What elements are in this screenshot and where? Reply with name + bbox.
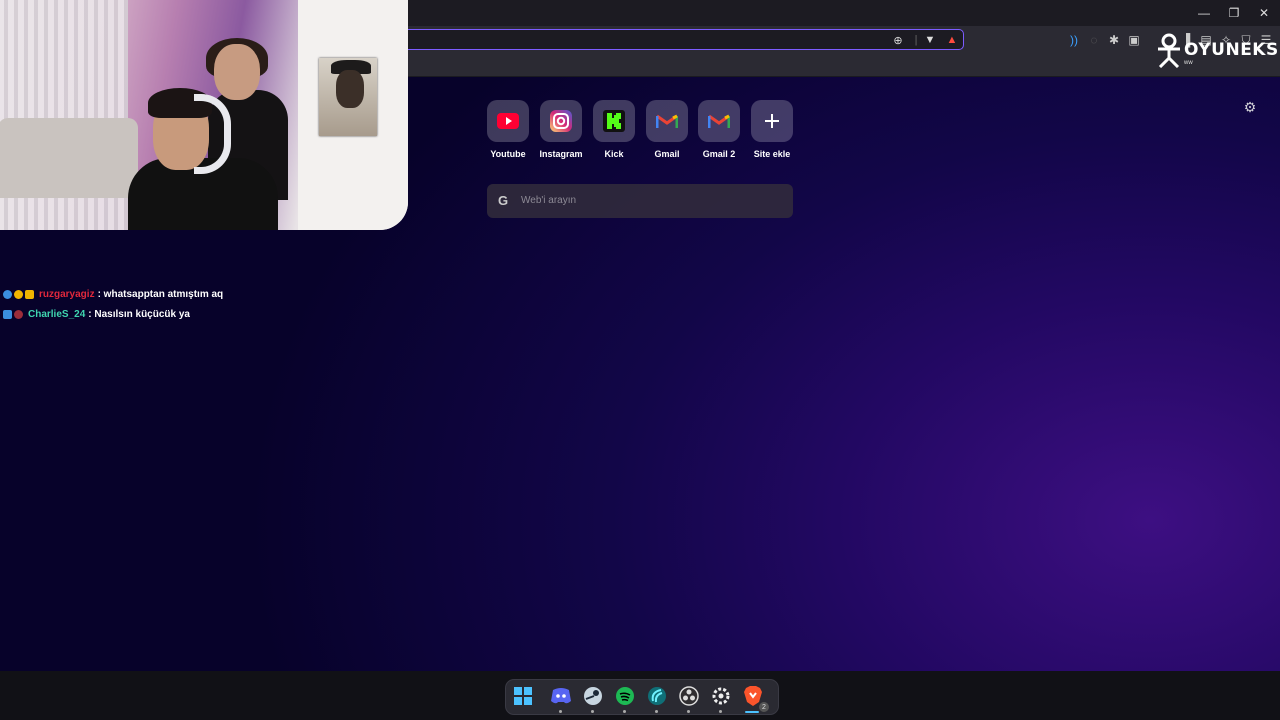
maximize-button[interactable]: ❐ xyxy=(1219,3,1249,23)
google-icon: G xyxy=(498,193,509,208)
window-count-badge: 2 xyxy=(759,702,769,712)
app-icon[interactable] xyxy=(646,685,668,707)
shortcut-label: Site ekle xyxy=(753,149,791,159)
webcam-overlay xyxy=(0,0,408,230)
shortcut-instagram[interactable] xyxy=(540,100,582,142)
running-indicator xyxy=(719,710,722,713)
gear-icon[interactable]: ⚙ xyxy=(1242,99,1258,115)
chat-message: CharlieS_24 : Nasılsın küçücük ya xyxy=(3,309,190,320)
kick-icon xyxy=(603,110,625,132)
active-indicator xyxy=(745,711,759,713)
running-indicator xyxy=(591,710,594,713)
minimize-button[interactable]: — xyxy=(1189,3,1219,23)
obs-icon[interactable] xyxy=(678,685,700,707)
chat-text: : whatsapptan atmıştım aq xyxy=(97,289,224,300)
zoom-icon[interactable]: ⊕ xyxy=(891,33,905,47)
running-indicator xyxy=(623,710,626,713)
audio-icon[interactable]: )) xyxy=(1066,32,1082,48)
separator: | xyxy=(914,34,918,46)
badge-icon xyxy=(3,290,12,299)
chat-message: ruzgaryagiz : whatsapptan atmıştım aq xyxy=(3,289,223,300)
chat-username: ruzgaryagiz xyxy=(39,289,95,300)
steelseries-icon[interactable] xyxy=(710,685,732,707)
running-indicator xyxy=(687,710,690,713)
youtube-icon xyxy=(497,113,519,129)
badge-icon xyxy=(3,310,12,319)
search-placeholder: Web'i arayın xyxy=(521,195,577,206)
gmail-icon xyxy=(656,114,678,128)
gmail-icon xyxy=(708,114,730,128)
chat-text: : Nasılsın küçücük ya xyxy=(88,309,190,320)
logo-sub: ww xyxy=(1184,60,1193,66)
start-icon[interactable] xyxy=(512,685,534,707)
web-search-box[interactable]: G Web'i arayın xyxy=(487,184,793,218)
oyuneks-logo-icon xyxy=(1158,33,1180,68)
badge-icon xyxy=(14,290,23,299)
taskbar-dock xyxy=(505,679,779,715)
brave-rewards-icon[interactable]: ▲ xyxy=(945,33,959,47)
logo-text: OYUNEKS xyxy=(1184,40,1279,60)
discord-icon[interactable] xyxy=(550,685,572,707)
address-bar[interactable]: ⊕ | ▼ ▲ xyxy=(330,29,964,50)
oyuneks-logo: OYUNEKS ww xyxy=(1154,30,1279,70)
running-indicator xyxy=(559,710,562,713)
badge-icon xyxy=(14,310,23,319)
running-indicator xyxy=(655,710,658,713)
shortcut-gmail[interactable] xyxy=(646,100,688,142)
instagram-icon xyxy=(550,110,572,132)
spotify-icon[interactable] xyxy=(614,685,636,707)
brave-shield-icon[interactable]: ▼ xyxy=(923,33,937,47)
plus-icon xyxy=(765,114,779,128)
sync-icon[interactable]: ◌ xyxy=(1086,32,1102,48)
chat-username: CharlieS_24 xyxy=(28,309,86,320)
extensions-icon[interactable]: ✱ xyxy=(1106,32,1122,48)
person-head xyxy=(214,44,260,100)
close-button[interactable]: ✕ xyxy=(1249,3,1279,23)
couch xyxy=(0,118,138,198)
shortcut-kick[interactable] xyxy=(593,100,635,142)
tab-search-icon[interactable]: ▣ xyxy=(1126,32,1142,48)
steam-icon[interactable] xyxy=(582,685,604,707)
badge-icon xyxy=(25,290,34,299)
shortcut-gmail-2[interactable] xyxy=(698,100,740,142)
shortcut-youtube[interactable] xyxy=(487,100,529,142)
poster-face xyxy=(336,70,364,108)
add-site-button[interactable] xyxy=(751,100,793,142)
